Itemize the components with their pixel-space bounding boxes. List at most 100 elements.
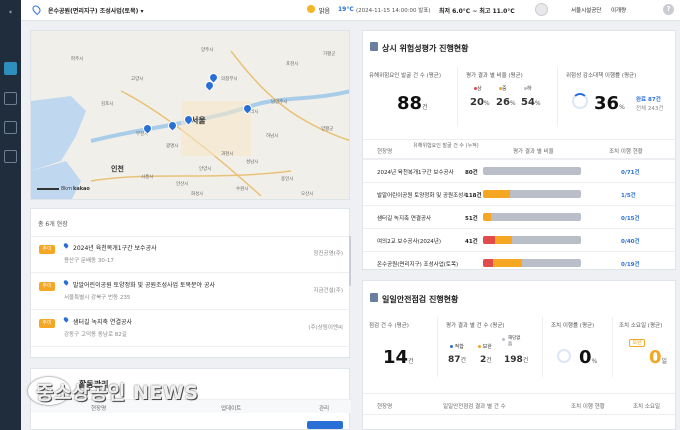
clipboard-icon: [370, 42, 378, 51]
kpi-unit: 건: [460, 357, 467, 364]
megaphone-icon[interactable]: [4, 150, 17, 163]
location-pin-icon: [62, 279, 70, 286]
kpi-value: 14: [383, 347, 409, 368]
kpi-unit: 건: [486, 357, 492, 364]
edit-icon[interactable]: [4, 121, 17, 134]
map-city-label: 김포시: [101, 102, 114, 107]
bar-segment-low: [510, 190, 581, 198]
kpi-rating-ratio: 평가 결과 별 비율 (평균) 상 중 하 20% 26% 54%: [458, 67, 558, 127]
bar-segment-low: [522, 259, 581, 267]
map-view[interactable]: 서울 인천 파주시 양주시 의정부시 포천시 남양주시 구리시 하남시 광명시 …: [30, 30, 350, 200]
site-address: 용산구 문배동 30-17: [64, 258, 114, 264]
warn-label: 보완: [482, 344, 492, 350]
hazard-count: 41건: [465, 239, 478, 245]
table-row[interactable]: 온수공원(면리지구) 조성사업(토목) 0/19건: [363, 251, 675, 269]
table-row[interactable]: 여의2교 보수공사(2024년) 41건 0/40건: [363, 228, 675, 250]
column-header: 현장명: [91, 406, 107, 412]
location-pin-icon: [62, 242, 70, 249]
kpi-label: 평가 결과 별 비율 (평균): [466, 73, 523, 79]
action-status[interactable]: 0/40건: [621, 237, 640, 245]
map-city-label: 하남시: [266, 134, 279, 139]
kpi-inspect-results: 평가 결과 별 건 수 (평균) 적합 보완 해당없음 87건 2건 198건: [438, 317, 543, 377]
site-address: 강동구 고덕동 동남로 82길: [64, 332, 127, 338]
pct-unit: %: [483, 100, 490, 107]
temp-range: 최저 6.0°C ~ 최고 11.0°C: [439, 8, 515, 15]
low-label: 하: [527, 86, 532, 92]
bar-segment-mid: [492, 259, 523, 267]
action-status[interactable]: 0/19건: [621, 260, 640, 268]
watermark-text: 중소상공인 NEWS: [36, 382, 199, 404]
risk-table-header: 현장명 유해위험요인 발굴 건 수 (누적) 평가 결과 별 비율 조치 이행 …: [363, 139, 675, 159]
map-city-label: 고양시: [131, 77, 144, 82]
column-header: 업데이트: [221, 406, 242, 412]
column-header: 조치 소요일: [633, 404, 661, 410]
site-company: (주)상림이엔씨: [308, 325, 343, 331]
action-status[interactable]: 0/15건: [621, 214, 640, 222]
kpi-value: 88: [397, 93, 423, 114]
site-address: 서울특별시 강북구 번동 235: [64, 295, 131, 301]
status-badge: 추이: [39, 319, 55, 328]
action-status[interactable]: 0/71건: [621, 168, 640, 176]
home-icon[interactable]: [4, 92, 17, 105]
avatar[interactable]: [535, 3, 548, 16]
kpi-label: 점검 건 수 (평균): [369, 323, 409, 329]
status-badge: 추이: [39, 245, 55, 254]
kpi-label: 조치 이행률 (평균): [551, 323, 595, 329]
column-header: 현장명: [377, 404, 393, 410]
table-row[interactable]: 샘터길 녹지축 연결공사 51건 0/15건: [363, 205, 675, 227]
kpi-value: 0: [579, 347, 592, 368]
list-item[interactable]: 추이 2024년 육천복개1구간 보수공사 용산구 문배동 30-17 정진공영…: [31, 237, 351, 273]
weather-date: (2024-11-15 14:00:00 발표): [356, 8, 431, 14]
current-temp: 19°C: [338, 6, 354, 13]
kpi-action-days: 조치 소요일 (평균) 보완 0일: [613, 317, 675, 377]
map-city-label: 수원시: [236, 187, 249, 192]
user-name[interactable]: 이개량: [611, 6, 626, 14]
map-city-label: 양주시: [201, 48, 214, 53]
site-name: 2024년 육천복개1구간 보수공사: [377, 170, 454, 176]
bar-segment-low: [483, 167, 581, 175]
table-row[interactable]: 2024년 육천복개1구간 보수공사 80건 0/71건: [363, 159, 675, 181]
column-header: 조치 이행 현황: [609, 149, 643, 155]
app-logo: ◈: [8, 9, 13, 14]
site-name: 온수공원(면리지구) 조성사업(토목): [377, 262, 459, 268]
kpi-label: 위험성 감소대책 이행률 (평균): [566, 73, 637, 79]
bar-segment-high: [483, 259, 493, 267]
daily-inspection-panel: 일일안전점검 진행현황 점검 건 수 (평균) 14건 평가 결과 별 건 수 …: [362, 280, 676, 430]
map-city-label: 시흥시: [141, 175, 154, 180]
action-status[interactable]: 1/5건: [621, 191, 636, 199]
low-value: 54: [521, 97, 535, 108]
location-pin-icon: [30, 3, 43, 16]
dashboard-icon[interactable]: [4, 62, 17, 75]
rating-ratio-bar: [483, 236, 581, 244]
map-city-label: 안양시: [199, 167, 212, 172]
kpi-unit: 건: [422, 104, 428, 111]
site-name: 2024년 육천복개1구간 보수공사: [73, 245, 157, 252]
sidebar: ◈: [0, 0, 21, 430]
org-name: 서울시설공단: [571, 8, 602, 14]
kpi-action-rate: 조치 이행률 (평균) 0%: [543, 317, 613, 377]
list-item[interactable]: 추이 발알어린이공원 토양정화 및 공원조성사업 토목분야 공사 서울특별시 강…: [31, 274, 351, 310]
rating-ratio-bar: [483, 259, 581, 267]
site-name: 여의2교 보수공사(2024년): [377, 239, 442, 245]
site-list: 추이 2024년 육천복개1구간 보수공사 용산구 문배동 30-17 정진공영…: [31, 236, 351, 350]
scrollbar[interactable]: [349, 236, 351, 286]
map-label-incheon: 인천: [111, 165, 124, 173]
kpi-mitigation-rate: 위험성 감소대책 이행률 (평균) 36% 완료 87건 전체 243건: [558, 67, 675, 127]
high-label: 상: [477, 86, 482, 92]
na-label: 해당없음: [508, 336, 521, 347]
site-company: 지금건설(주): [313, 288, 343, 294]
rating-ratio-bar: [483, 167, 581, 175]
question-icon[interactable]: ?: [663, 4, 674, 15]
map-city-label: 용인시: [281, 177, 294, 182]
project-selector[interactable]: 온수공원(면리지구) 조성사업(토목) ▾: [48, 6, 143, 15]
site-name: 샘터길 녹지축 연결공사: [377, 216, 432, 222]
table-row[interactable]: 발알어린이공원 토양정화 및 공원조성사업 118건 1/5건: [363, 182, 675, 204]
list-item[interactable]: 추이 샘터길 녹지축 연결공사 강동구 고덕동 동남로 82길 (주)상림이엔씨: [31, 311, 351, 347]
kpi-hazard-count: 유해위험요인 발굴 건 수 (평균) 88건: [363, 67, 458, 127]
bar-segment-low: [490, 213, 581, 221]
rating-ratio-bar: [483, 213, 581, 221]
map-city-label: 포천시: [286, 62, 299, 67]
map-city-label: 오산시: [301, 192, 314, 197]
manage-button[interactable]: [307, 421, 343, 429]
kpi-label: 평가 결과 별 건 수 (평균): [446, 323, 505, 329]
